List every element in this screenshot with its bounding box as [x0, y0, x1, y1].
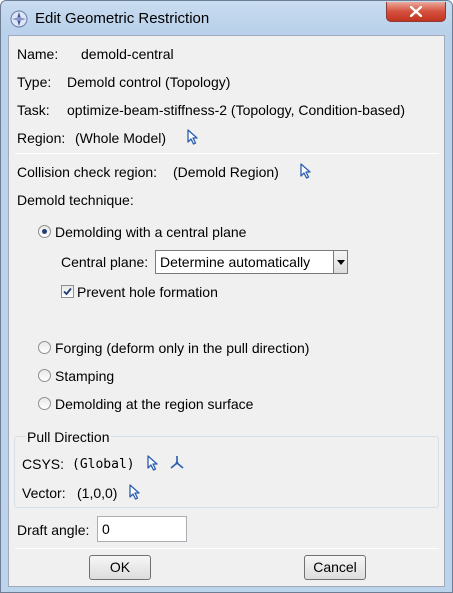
- radio-stamping[interactable]: [38, 369, 51, 382]
- separator: [15, 548, 439, 549]
- close-icon: [410, 6, 422, 17]
- demold-technique-label: Demold technique:: [17, 192, 134, 208]
- radio-central-plane[interactable]: [38, 225, 51, 238]
- radio-region-surface-label[interactable]: Demolding at the region surface: [55, 396, 253, 412]
- radio-forging[interactable]: [38, 341, 51, 354]
- central-plane-value: Determine automatically: [160, 254, 311, 270]
- collision-value: (Demold Region): [173, 164, 279, 180]
- ok-button[interactable]: OK: [89, 555, 151, 580]
- abaqus-app-icon: [10, 10, 28, 28]
- pull-direction-title: Pull Direction: [25, 429, 112, 445]
- csys-label: CSYS:: [22, 456, 65, 472]
- select-csys-cursor-icon[interactable]: [146, 455, 160, 471]
- draft-angle-label: Draft angle:: [17, 522, 90, 538]
- region-label: Region:: [17, 130, 66, 146]
- select-vector-cursor-icon[interactable]: [128, 484, 142, 500]
- prevent-hole-checkbox[interactable]: [61, 285, 74, 298]
- type-value: Demold control (Topology): [67, 74, 231, 90]
- task-value: optimize-beam-stiffness-2 (Topology, Con…: [67, 102, 405, 118]
- radio-forging-label[interactable]: Forging (deform only in the pull directi…: [55, 340, 309, 356]
- draft-angle-input[interactable]: 0: [97, 516, 187, 542]
- task-label: Task:: [17, 102, 50, 118]
- vector-label: Vector:: [22, 485, 66, 501]
- central-plane-label: Central plane:: [61, 254, 149, 270]
- window-title: Edit Geometric Restriction: [35, 10, 210, 27]
- select-collision-cursor-icon[interactable]: [299, 163, 313, 179]
- separator: [15, 153, 439, 154]
- close-button[interactable]: [386, 2, 446, 22]
- radio-region-surface[interactable]: [38, 397, 51, 410]
- create-csys-icon[interactable]: [169, 454, 185, 470]
- name-label: Name:: [17, 46, 59, 62]
- cancel-button[interactable]: Cancel: [304, 555, 366, 580]
- prevent-hole-label[interactable]: Prevent hole formation: [77, 284, 218, 300]
- dialog-content: Name: demold-central Type: Demold contro…: [8, 35, 445, 587]
- vector-value: (1,0,0): [77, 485, 118, 501]
- dialog-window: Edit Geometric Restriction Name: demold-…: [0, 0, 453, 593]
- central-plane-select[interactable]: Determine automatically: [155, 250, 348, 274]
- select-region-cursor-icon[interactable]: [186, 129, 200, 145]
- region-value: (Whole Model): [75, 130, 167, 146]
- name-value: demold-central: [81, 46, 174, 62]
- collision-label: Collision check region:: [17, 164, 158, 180]
- checkmark-icon: [63, 287, 72, 296]
- type-label: Type:: [17, 74, 52, 90]
- radio-stamping-label[interactable]: Stamping: [55, 368, 114, 384]
- dropdown-arrow[interactable]: [333, 251, 347, 273]
- chevron-down-icon: [337, 260, 345, 265]
- title-bar[interactable]: Edit Geometric Restriction: [1, 1, 452, 35]
- radio-central-plane-label[interactable]: Demolding with a central plane: [55, 224, 246, 240]
- draft-angle-value: 0: [102, 521, 110, 537]
- csys-value: (Global): [72, 457, 135, 472]
